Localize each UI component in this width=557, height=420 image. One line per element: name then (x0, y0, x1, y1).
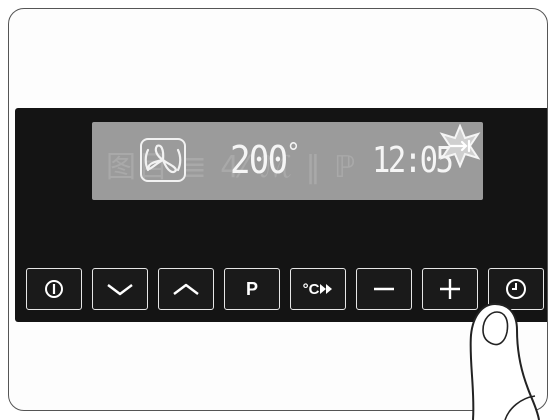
plus-icon (440, 279, 460, 299)
fan-icon (144, 144, 182, 174)
power-button[interactable] (26, 268, 82, 310)
lcd-display: 图目 ≣ 4⁄ ℳ ‖ ℙ 200° 12:05 (92, 122, 483, 200)
chevron-up-icon (173, 283, 199, 295)
power-icon (45, 280, 63, 298)
program-button-label: P (245, 278, 258, 299)
temperature-button[interactable]: °C (290, 268, 346, 310)
minus-icon (374, 287, 394, 291)
temperature-button-label: °C (302, 280, 320, 298)
minus-button[interactable] (356, 268, 412, 310)
fast-heat-arrows-icon (320, 284, 333, 294)
finger-pressing-illustration (469, 302, 540, 420)
chevron-down-icon (107, 284, 133, 296)
temperature-value: 200 (230, 138, 288, 182)
degree-symbol: ° (286, 138, 300, 168)
down-button[interactable] (92, 268, 148, 310)
program-button[interactable]: P (224, 268, 280, 310)
timer-star-icon (439, 124, 481, 168)
fan-mode-indicator (140, 138, 186, 182)
up-button[interactable] (158, 268, 214, 310)
temperature-readout: 200° (230, 138, 300, 182)
